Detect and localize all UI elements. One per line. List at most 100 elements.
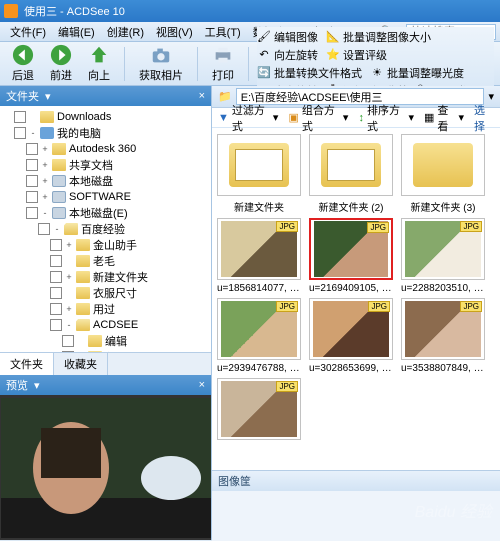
checkbox[interactable] [50, 319, 62, 331]
menu-edit[interactable]: 编辑(E) [52, 22, 101, 42]
tree-node[interactable]: +共享文档 [2, 157, 209, 173]
folder-icon [88, 335, 102, 347]
checkbox[interactable] [26, 175, 38, 187]
action-4[interactable]: 🔄批量转换文件格式 [257, 65, 362, 81]
checkbox[interactable] [26, 159, 38, 171]
forward-button[interactable]: 前进 [44, 42, 78, 85]
expand-toggle[interactable]: + [40, 192, 50, 202]
group-icon: ▣ [288, 111, 298, 124]
printer-icon [212, 44, 234, 66]
checkbox[interactable] [14, 111, 26, 123]
expand-toggle[interactable]: + [64, 304, 74, 314]
checkbox[interactable] [26, 191, 38, 203]
action-0[interactable]: 🖌编辑图像 [257, 29, 318, 45]
expand-toggle[interactable]: - [64, 320, 74, 330]
thumbnail-image[interactable]: JPGu=3538807849, 119... [400, 298, 486, 374]
thumbnail-folder[interactable]: 新建文件夹 (3) [400, 134, 486, 214]
up-label: 向上 [88, 67, 110, 83]
preview-panel: 预览 ▾ × [0, 375, 211, 540]
expand-toggle[interactable]: + [40, 160, 50, 170]
jpg-badge: JPG [276, 301, 298, 312]
tab-folders[interactable]: 文件夹 [0, 353, 54, 375]
checkbox[interactable] [62, 335, 74, 347]
tree-node[interactable]: +本地磁盘 [2, 173, 209, 189]
tree-node[interactable]: +用过 [2, 301, 209, 317]
folder-tree[interactable]: Downloads-我的电脑 + Autodesk 360 +共享文档+本地磁盘+SO… [0, 106, 211, 352]
checkbox[interactable] [38, 223, 50, 235]
tree-node[interactable]: +SOFTWARE [2, 189, 209, 205]
action-5[interactable]: ☀批量调整曝光度 [370, 65, 464, 81]
folder-icon [76, 319, 90, 331]
expand-toggle[interactable]: + [40, 176, 50, 186]
filter-bar: ▼过滤方式▾ ▣组合方式▾ ↕排序方式▾ ▦查看▾ 选择 [212, 108, 500, 128]
expand-toggle[interactable] [28, 112, 38, 122]
thumbnail-image[interactable]: JPGu=2288203510, 117... [400, 218, 486, 294]
up-button[interactable]: 向上 [82, 42, 116, 85]
tree-node[interactable]: -ACDSEE [2, 317, 209, 333]
action-3[interactable]: ⭐设置评级 [326, 47, 387, 63]
basket-body[interactable] [212, 491, 500, 541]
tree-node[interactable]: - 本地磁盘(E) [2, 205, 209, 221]
tree-node[interactable]: 衣服尺寸 [2, 285, 209, 301]
tree-node[interactable]: +新建文件夹 [2, 269, 209, 285]
thumbnail-image[interactable]: JPGu=2939476788, 244... [216, 298, 302, 374]
back-label: 后退 [12, 67, 34, 83]
expand-toggle[interactable] [64, 256, 74, 266]
checkbox[interactable] [50, 287, 62, 299]
checkbox[interactable] [14, 127, 26, 139]
thumbnail-image[interactable]: JPGu=2169409105, 116... [308, 218, 394, 294]
tree-node[interactable]: -我的电脑 [2, 125, 209, 141]
tree-node[interactable]: 编辑 [2, 333, 209, 349]
thumbnail-folder[interactable]: 新建文件夹 (2) [308, 134, 394, 214]
close-icon[interactable]: × [199, 90, 205, 102]
action-icon: 🔄 [257, 66, 271, 80]
tree-label: 本地磁盘(E) [69, 205, 128, 221]
chevron-down-icon[interactable]: ▾ [34, 379, 40, 392]
checkbox[interactable] [26, 143, 38, 155]
checkbox[interactable] [50, 271, 62, 283]
thumbnail-image[interactable]: JPG [216, 378, 302, 443]
expand-toggle[interactable]: + [64, 272, 74, 282]
action-label: 批量调整曝光度 [387, 65, 464, 81]
thumbnail-image[interactable]: JPGu=1856814077, 24... [216, 218, 302, 294]
tree-node[interactable]: -百度经验 [2, 221, 209, 237]
acquire-button[interactable]: 获取相片 [133, 42, 189, 85]
back-button[interactable]: 后退 [6, 42, 40, 85]
expand-toggle[interactable]: + [64, 240, 74, 250]
action-2[interactable]: ↶向左旋转 [257, 47, 318, 63]
action-icon: ⭐ [326, 48, 340, 62]
thumbnail-folder[interactable]: 新建文件夹 [216, 134, 302, 214]
expand-toggle[interactable]: - [52, 224, 62, 234]
checkbox[interactable] [50, 255, 62, 267]
close-icon[interactable]: × [199, 379, 205, 391]
menu-create[interactable]: 创建(R) [101, 22, 150, 42]
jpg-badge: JPG [276, 381, 298, 392]
tree-label: 金山助手 [93, 237, 137, 253]
thumbnail-image[interactable]: JPGu=3028653699, 349... [308, 298, 394, 374]
menu-view[interactable]: 视图(V) [150, 22, 199, 42]
chevron-down-icon[interactable]: ▾ [45, 90, 51, 103]
menu-tools[interactable]: 工具(T) [199, 22, 247, 42]
expand-toggle[interactable] [64, 288, 74, 298]
action-1[interactable]: 📐批量调整图像大小 [326, 29, 431, 45]
tree-label: Autodesk 360 [69, 143, 136, 155]
sort-icon: ↕ [358, 112, 364, 124]
thumbnail-grid[interactable]: 新建文件夹新建文件夹 (2)新建文件夹 (3) JPGu=1856814077, … [212, 128, 500, 470]
expand-toggle[interactable] [76, 336, 86, 346]
checkbox[interactable] [50, 239, 62, 251]
menu-file[interactable]: 文件(F) [4, 22, 52, 42]
tree-node[interactable]: + 金山助手 [2, 237, 209, 253]
tree-node[interactable]: Downloads [2, 109, 209, 125]
print-button[interactable]: 打印 [206, 42, 240, 85]
tree-node[interactable]: + Autodesk 360 [2, 141, 209, 157]
expand-toggle[interactable]: + [40, 144, 50, 154]
window-title: 使用三 - ACDSee 10 [24, 3, 125, 19]
action-label: 编辑图像 [274, 29, 318, 45]
jpg-badge: JPG [460, 221, 482, 232]
expand-toggle[interactable]: - [40, 208, 50, 218]
checkbox[interactable] [50, 303, 62, 315]
checkbox[interactable] [26, 207, 38, 219]
tree-node[interactable]: 老毛 [2, 253, 209, 269]
tab-favorites[interactable]: 收藏夹 [54, 353, 108, 375]
expand-toggle[interactable]: - [28, 128, 38, 138]
